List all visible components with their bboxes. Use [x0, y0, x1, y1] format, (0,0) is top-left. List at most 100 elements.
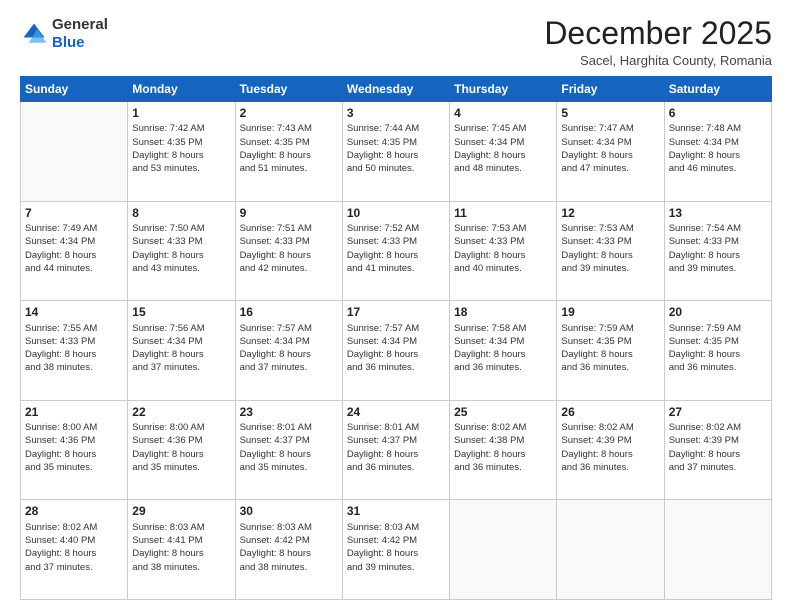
calendar-week-4: 28 Sunrise: 8:02 AM Sunset: 4:40 PM Dayli… — [21, 500, 772, 600]
day-number: 6 — [669, 105, 767, 121]
calendar-body: 1Sunrise: 7:42 AM Sunset: 4:35 PM Daylig… — [21, 102, 772, 600]
day-number: 3 — [347, 105, 445, 121]
calendar-day: 20Sunrise: 7:59 AM Sunset: 4:35 PM Dayli… — [664, 301, 771, 401]
logo-icon — [20, 20, 48, 48]
day-number: 22 — [132, 404, 230, 420]
day-number: 17 — [347, 304, 445, 320]
calendar-day — [450, 500, 557, 600]
day-info: Sunrise: 7:49 AM Sunset: 4:34 PM Dayligh… — [25, 222, 123, 275]
day-number: 29 — [132, 503, 230, 519]
calendar-day: 26Sunrise: 8:02 AM Sunset: 4:39 PM Dayli… — [557, 400, 664, 500]
day-number: 8 — [132, 205, 230, 221]
calendar-day: 6Sunrise: 7:48 AM Sunset: 4:34 PM Daylig… — [664, 102, 771, 202]
calendar-day: 10Sunrise: 7:52 AM Sunset: 4:33 PM Dayli… — [342, 201, 449, 301]
day-number: 19 — [561, 304, 659, 320]
day-number: 27 — [669, 404, 767, 420]
calendar-table: Sunday Monday Tuesday Wednesday Thursday… — [20, 76, 772, 600]
calendar-day: 28 Sunrise: 8:02 AM Sunset: 4:40 PM Dayli… — [21, 500, 128, 600]
day-info: Sunrise: 7:55 AM Sunset: 4:33 PM Dayligh… — [25, 322, 123, 375]
day-info: Sunrise: 7:52 AM Sunset: 4:33 PM Dayligh… — [347, 222, 445, 275]
day-info: Sunrise: 7:58 AM Sunset: 4:34 PM Dayligh… — [454, 322, 552, 375]
day-number: 2 — [240, 105, 338, 121]
calendar-day — [557, 500, 664, 600]
calendar-day: 21Sunrise: 8:00 AM Sunset: 4:36 PM Dayli… — [21, 400, 128, 500]
month-title: December 2025 — [544, 16, 772, 51]
day-info: Sunrise: 8:03 AM Sunset: 4:42 PM Dayligh… — [240, 521, 338, 574]
header-tuesday: Tuesday — [235, 77, 342, 102]
day-number: 31 — [347, 503, 445, 519]
day-info: Sunrise: 8:01 AM Sunset: 4:37 PM Dayligh… — [240, 421, 338, 474]
day-number: 1 — [132, 105, 230, 121]
calendar-day: 5Sunrise: 7:47 AM Sunset: 4:34 PM Daylig… — [557, 102, 664, 202]
calendar-day — [664, 500, 771, 600]
day-info: Sunrise: 7:59 AM Sunset: 4:35 PM Dayligh… — [669, 322, 767, 375]
day-info: Sunrise: 8:02 AM Sunset: 4:40 PM Dayligh… — [25, 521, 123, 574]
day-info: Sunrise: 7:45 AM Sunset: 4:34 PM Dayligh… — [454, 122, 552, 175]
calendar-header: Sunday Monday Tuesday Wednesday Thursday… — [21, 77, 772, 102]
calendar-day: 31 Sunrise: 8:03 AM Sunset: 4:42 PM Dayli… — [342, 500, 449, 600]
day-info: Sunrise: 8:02 AM Sunset: 4:39 PM Dayligh… — [669, 421, 767, 474]
day-info: Sunrise: 8:00 AM Sunset: 4:36 PM Dayligh… — [132, 421, 230, 474]
header-friday: Friday — [557, 77, 664, 102]
calendar-day: 22Sunrise: 8:00 AM Sunset: 4:36 PM Dayli… — [128, 400, 235, 500]
day-number: 30 — [240, 503, 338, 519]
logo-general: General — [52, 16, 108, 33]
day-info: Sunrise: 8:01 AM Sunset: 4:37 PM Dayligh… — [347, 421, 445, 474]
calendar-day: 14 Sunrise: 7:55 AM Sunset: 4:33 PM Dayli… — [21, 301, 128, 401]
day-number: 24 — [347, 404, 445, 420]
day-number: 21 — [25, 404, 123, 420]
calendar-day: 4Sunrise: 7:45 AM Sunset: 4:34 PM Daylig… — [450, 102, 557, 202]
day-number: 12 — [561, 205, 659, 221]
day-info: Sunrise: 7:54 AM Sunset: 4:33 PM Dayligh… — [669, 222, 767, 275]
calendar-day: 9Sunrise: 7:51 AM Sunset: 4:33 PM Daylig… — [235, 201, 342, 301]
day-info: Sunrise: 7:44 AM Sunset: 4:35 PM Dayligh… — [347, 122, 445, 175]
day-info: Sunrise: 7:57 AM Sunset: 4:34 PM Dayligh… — [347, 322, 445, 375]
day-info: Sunrise: 8:03 AM Sunset: 4:42 PM Dayligh… — [347, 521, 445, 574]
day-info: Sunrise: 8:02 AM Sunset: 4:39 PM Dayligh… — [561, 421, 659, 474]
day-number: 7 — [25, 205, 123, 221]
calendar-day: 12Sunrise: 7:53 AM Sunset: 4:33 PM Dayli… — [557, 201, 664, 301]
day-info: Sunrise: 7:59 AM Sunset: 4:35 PM Dayligh… — [561, 322, 659, 375]
day-info: Sunrise: 7:56 AM Sunset: 4:34 PM Dayligh… — [132, 322, 230, 375]
day-info: Sunrise: 8:03 AM Sunset: 4:41 PM Dayligh… — [132, 521, 230, 574]
logo: General Blue — [20, 16, 108, 52]
calendar-day: 2Sunrise: 7:43 AM Sunset: 4:35 PM Daylig… — [235, 102, 342, 202]
day-number: 26 — [561, 404, 659, 420]
calendar-week-1: 7Sunrise: 7:49 AM Sunset: 4:34 PM Daylig… — [21, 201, 772, 301]
day-number: 4 — [454, 105, 552, 121]
calendar-day: 18 Sunrise: 7:58 AM Sunset: 4:34 PM Dayli… — [450, 301, 557, 401]
calendar-day: 1Sunrise: 7:42 AM Sunset: 4:35 PM Daylig… — [128, 102, 235, 202]
calendar-day: 24Sunrise: 8:01 AM Sunset: 4:37 PM Dayli… — [342, 400, 449, 500]
calendar-day: 7Sunrise: 7:49 AM Sunset: 4:34 PM Daylig… — [21, 201, 128, 301]
day-number: 5 — [561, 105, 659, 121]
day-number: 14 — [25, 304, 123, 320]
day-info: Sunrise: 7:48 AM Sunset: 4:34 PM Dayligh… — [669, 122, 767, 175]
day-info: Sunrise: 7:43 AM Sunset: 4:35 PM Dayligh… — [240, 122, 338, 175]
day-info: Sunrise: 7:53 AM Sunset: 4:33 PM Dayligh… — [454, 222, 552, 275]
day-number: 28 — [25, 503, 123, 519]
day-number: 18 — [454, 304, 552, 320]
calendar-day: 29 Sunrise: 8:03 AM Sunset: 4:41 PM Dayli… — [128, 500, 235, 600]
calendar-day: 16Sunrise: 7:57 AM Sunset: 4:34 PM Dayli… — [235, 301, 342, 401]
header: General Blue December 2025 Sacel, Harghi… — [20, 16, 772, 68]
calendar-day: 17 Sunrise: 7:57 AM Sunset: 4:34 PM Dayli… — [342, 301, 449, 401]
header-wednesday: Wednesday — [342, 77, 449, 102]
calendar-day: 8Sunrise: 7:50 AM Sunset: 4:33 PM Daylig… — [128, 201, 235, 301]
calendar-day: 25Sunrise: 8:02 AM Sunset: 4:38 PM Dayli… — [450, 400, 557, 500]
calendar-week-3: 21 Sunrise: 8:00 AM Sunset: 4:36 PM Dayli… — [21, 400, 772, 500]
day-number: 9 — [240, 205, 338, 221]
day-info: Sunrise: 7:47 AM Sunset: 4:34 PM Dayligh… — [561, 122, 659, 175]
calendar-week-0: 1Sunrise: 7:42 AM Sunset: 4:35 PM Daylig… — [21, 102, 772, 202]
day-number: 16 — [240, 304, 338, 320]
header-saturday: Saturday — [664, 77, 771, 102]
day-number: 13 — [669, 205, 767, 221]
header-row: Sunday Monday Tuesday Wednesday Thursday… — [21, 77, 772, 102]
calendar-day: 27Sunrise: 8:02 AM Sunset: 4:39 PM Dayli… — [664, 400, 771, 500]
title-area: December 2025 Sacel, Harghita County, Ro… — [544, 16, 772, 68]
logo-blue: Blue — [52, 34, 85, 51]
logo-text: General Blue — [52, 16, 108, 52]
calendar-day: 13Sunrise: 7:54 AM Sunset: 4:33 PM Dayli… — [664, 201, 771, 301]
day-number: 10 — [347, 205, 445, 221]
day-number: 15 — [132, 304, 230, 320]
page: General Blue December 2025 Sacel, Harghi… — [0, 0, 792, 612]
